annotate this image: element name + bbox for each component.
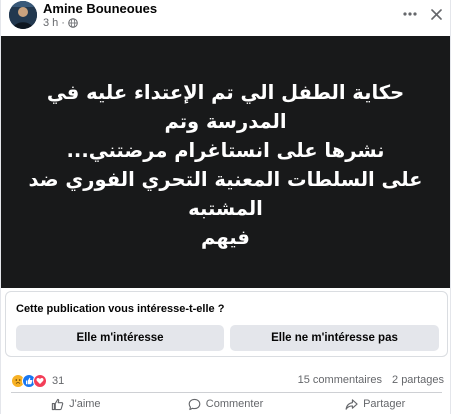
close-icon[interactable] xyxy=(425,3,447,25)
thumbs-up-icon xyxy=(51,398,64,411)
post-meta: 3 h · xyxy=(43,17,78,29)
love-reaction-icon xyxy=(33,374,47,388)
like-label: J'aime xyxy=(69,398,101,410)
comments-count[interactable]: 15 commentaires xyxy=(298,374,382,386)
post-text-background: حكاية الطفل الي تم الإعتداء عليه في المد… xyxy=(1,36,450,288)
post-text-line: على السلطات المعنية التحري الفوري ضد الم… xyxy=(28,168,423,220)
share-label: Partager xyxy=(363,398,406,410)
comment-button[interactable]: Commenter xyxy=(151,394,301,414)
more-options-icon[interactable] xyxy=(399,3,421,25)
post-text-line: حكاية الطفل الي تم الإعتداء عليه في المد… xyxy=(46,81,405,133)
engagement-counts: 15 commentaires 2 partages xyxy=(298,374,444,386)
post-text: حكاية الطفل الي تم الإعتداء عليه في المد… xyxy=(11,72,441,252)
avatar[interactable] xyxy=(9,1,37,29)
like-button[interactable]: J'aime xyxy=(1,394,151,414)
author-name[interactable]: Amine Bouneoues xyxy=(43,1,157,16)
post-text-line: نشرها على انستاغرام مرضتني... xyxy=(66,139,385,162)
post-time[interactable]: 3 h xyxy=(43,17,58,29)
reactions-summary[interactable]: 31 xyxy=(11,373,64,389)
meta-separator: · xyxy=(61,17,65,29)
interested-button[interactable]: Elle m'intéresse xyxy=(16,325,224,351)
reaction-count: 31 xyxy=(52,375,65,387)
share-icon xyxy=(345,398,358,411)
globe-icon xyxy=(68,18,78,28)
not-interested-button[interactable]: Elle ne m'intéresse pas xyxy=(230,325,439,351)
post-header: Amine Bouneoues 3 h · xyxy=(1,0,450,34)
comment-label: Commenter xyxy=(205,398,264,410)
comment-icon xyxy=(188,398,201,411)
survey-question: Cette publication vous intéresse-t-elle … xyxy=(16,303,225,315)
post-card: Amine Bouneoues 3 h · حكاية الطفل الي تم… xyxy=(0,0,451,414)
action-bar: J'aime Commenter Partager xyxy=(1,394,450,414)
post-text-line: فيهم xyxy=(201,226,250,249)
divider xyxy=(11,392,442,393)
share-button[interactable]: Partager xyxy=(300,394,450,414)
interest-survey: Cette publication vous intéresse-t-elle … xyxy=(5,291,448,357)
shares-count[interactable]: 2 partages xyxy=(392,374,444,386)
